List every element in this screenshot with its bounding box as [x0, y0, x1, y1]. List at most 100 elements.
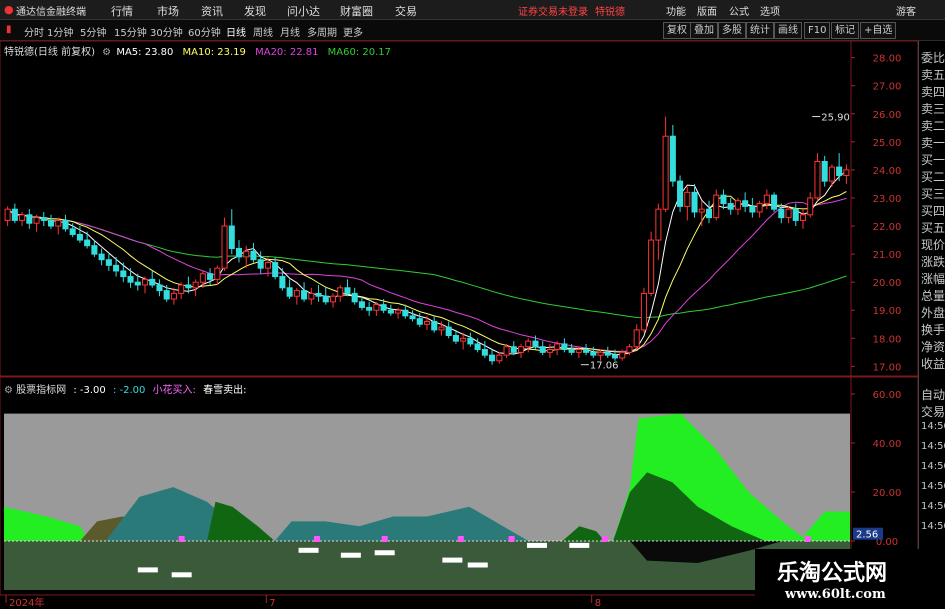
candle — [828, 164, 835, 187]
candle-body — [199, 273, 206, 283]
sell-marker — [298, 547, 319, 553]
candle — [720, 189, 727, 210]
settings-gear-icon[interactable]: ⚙ — [102, 47, 111, 58]
buy-marker — [508, 536, 515, 542]
ma60-label: MA60: 20.17 — [327, 47, 392, 58]
candle-body — [214, 267, 221, 280]
watermark-title: 乐淘公式网 — [777, 560, 888, 586]
y-tick-label: 22.00 — [873, 222, 902, 233]
candle-body — [705, 208, 713, 219]
candle — [633, 324, 640, 350]
candle-body — [250, 250, 257, 261]
candle — [141, 276, 149, 294]
candle-body — [33, 217, 40, 224]
candle — [250, 242, 257, 263]
x-tick-label: 2024年 — [9, 596, 44, 609]
candle — [713, 189, 720, 221]
candle — [286, 279, 293, 300]
candle — [597, 349, 604, 361]
candlestick-series — [4, 116, 850, 365]
y-tick-label: 19.00 — [873, 306, 902, 317]
quote-field-10: 买五 — [921, 221, 945, 235]
indicator-settings-icon[interactable]: ⚙ — [4, 385, 13, 396]
candle-body — [293, 290, 300, 297]
candle-body — [301, 290, 308, 300]
candle-body — [243, 250, 250, 258]
candle — [821, 155, 828, 187]
candle — [192, 279, 199, 297]
candle — [221, 217, 228, 271]
candle-body — [105, 259, 112, 266]
candle-body — [503, 346, 510, 356]
candle — [677, 175, 684, 212]
candle-body — [669, 135, 676, 182]
candle-body — [481, 349, 488, 356]
candle — [756, 200, 763, 218]
candle — [105, 254, 112, 271]
trade-field-1[interactable]: 交易 — [921, 403, 945, 420]
candle-body — [91, 245, 98, 255]
candle — [489, 349, 496, 365]
candle-body — [344, 287, 351, 294]
candle — [669, 124, 676, 187]
candle-body — [807, 197, 814, 216]
quote-field-11: 现价 — [921, 238, 945, 252]
buy-marker — [314, 536, 321, 542]
trade-field-0[interactable]: 自动 — [921, 386, 945, 403]
candle — [445, 321, 452, 339]
candle-body — [532, 340, 539, 348]
buy-marker — [178, 536, 185, 542]
candle — [655, 203, 662, 260]
chart-title: 特锐德(日线 前复权) — [4, 47, 95, 58]
candle-body — [684, 191, 691, 207]
candle-body — [40, 217, 47, 221]
candle-body — [19, 214, 26, 221]
quote-field-1: 卖五 — [921, 68, 945, 82]
candle-body — [221, 225, 228, 269]
candle-body — [387, 309, 394, 314]
candle — [814, 153, 821, 201]
candle — [705, 200, 713, 224]
candle-body — [611, 354, 619, 359]
candle-body — [120, 270, 127, 278]
candle-body — [597, 351, 604, 356]
y-tick-label: 21.00 — [873, 250, 902, 261]
candle-body — [756, 203, 763, 213]
candle — [648, 231, 655, 297]
candle — [214, 265, 221, 285]
candle-body — [149, 278, 156, 286]
y-tick-label: 23.00 — [873, 194, 902, 205]
candle — [763, 189, 770, 210]
candle — [467, 332, 474, 347]
candle-body — [525, 340, 532, 348]
indicator-y-tick-label: 40.00 — [873, 439, 902, 450]
candle — [684, 186, 691, 221]
candle — [416, 313, 423, 328]
candle-body — [134, 281, 141, 286]
candle — [807, 192, 814, 218]
candle-body — [170, 292, 177, 300]
candle-body — [843, 169, 850, 177]
candle — [785, 206, 792, 224]
quote-field-9: 买四 — [921, 204, 945, 218]
x-tick-label: 8 — [595, 598, 601, 609]
candle-body — [467, 337, 474, 345]
sell-marker — [374, 550, 395, 556]
time-label: 14:50 — [921, 501, 945, 512]
candle — [431, 315, 438, 333]
watermark: 乐淘公式网 www.60lt.com — [755, 549, 945, 609]
candle-body — [163, 290, 170, 300]
candle — [19, 212, 26, 227]
candle-body — [98, 253, 105, 261]
candle — [727, 197, 734, 215]
candle-body — [286, 287, 293, 297]
candle-body — [583, 349, 590, 353]
main-legend: 特锐德(日线 前复权) ⚙ MA5: 23.80 MA10: 23.19 MA2… — [4, 43, 391, 58]
candle — [387, 304, 394, 316]
y-tick-label: 25.00 — [873, 138, 902, 149]
candle — [293, 287, 300, 305]
candle-body — [257, 259, 264, 269]
candle — [47, 214, 55, 229]
candle-body — [11, 208, 18, 221]
kline-chart[interactable]: 17.00 18.00 19.00 20.00 21.00 22.00 23.00 24.00… — [0, 0, 945, 609]
